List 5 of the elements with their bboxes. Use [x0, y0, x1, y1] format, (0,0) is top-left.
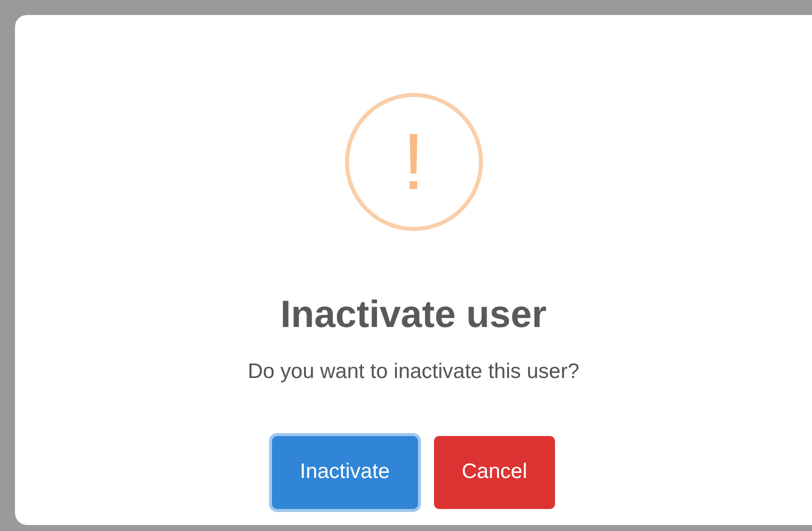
dialog-message: Do you want to inactivate this user?: [248, 359, 580, 385]
dialog-title: Inactivate user: [280, 293, 547, 338]
inactivate-button[interactable]: Inactivate: [272, 436, 418, 508]
warning-icon: !: [344, 93, 482, 231]
cancel-button[interactable]: Cancel: [434, 436, 556, 508]
